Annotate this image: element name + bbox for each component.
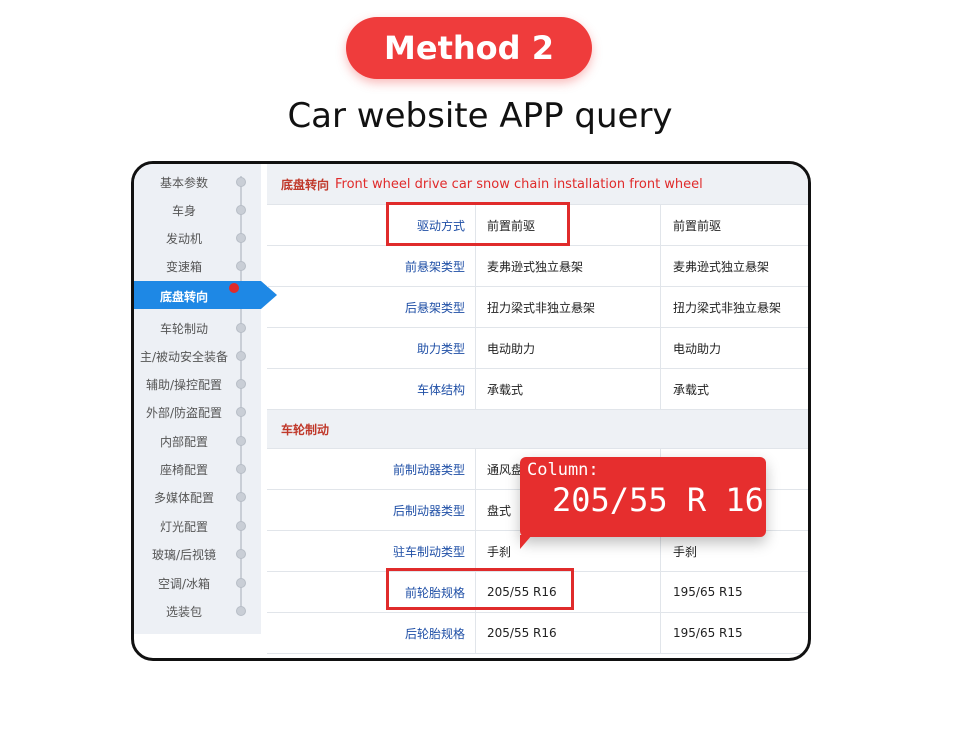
row-value: 麦弗逊式独立悬架 (475, 246, 661, 286)
sidebar-item-lighting[interactable]: 灯光配置 (134, 518, 234, 535)
method-badge: Method 2 (346, 17, 592, 79)
row-label: 后悬架类型 (404, 300, 465, 315)
row-value: 195/65 R15 (673, 626, 743, 640)
timeline-dot (236, 351, 246, 361)
section-title: 底盘转向 (281, 177, 330, 192)
tire-spec-callout: Column: 205/55 R 16 (520, 457, 766, 537)
callout-tail (520, 535, 532, 549)
row-value: 电动助力 (673, 341, 722, 356)
table-row: 前悬架类型 麦弗逊式独立悬架 麦弗逊式独立悬架 (267, 246, 808, 287)
sidebar-item-glass-mirror[interactable]: 玻璃/后视镜 (134, 546, 234, 563)
timeline-dot (236, 521, 246, 531)
highlight-front-tire-spec (386, 568, 574, 610)
timeline-dot (236, 549, 246, 559)
row-value: 承载式 (673, 382, 710, 397)
timeline-dot (236, 407, 246, 417)
row-value: 扭力梁式非独立悬架 (673, 300, 782, 315)
row-value: 手刹 (673, 544, 698, 559)
sidebar-item-body[interactable]: 车身 (134, 202, 234, 219)
timeline-dot (236, 606, 246, 616)
category-sidebar: 基本参数 车身 发动机 变速箱 底盘转向 车轮制动 主/被动安全装备 辅助/操控… (134, 164, 277, 634)
sidebar-item-chassis[interactable]: 底盘转向 (134, 288, 234, 305)
sidebar-item-wheel-brake[interactable]: 车轮制动 (134, 320, 234, 337)
timeline-dot (236, 379, 246, 389)
timeline-dot (236, 436, 246, 446)
section-header-chassis: 底盘转向 Front wheel drive car snow chain in… (267, 164, 808, 205)
callout-label: Column: (527, 460, 599, 480)
row-label: 车体结构 (416, 382, 465, 397)
timeline-dot (236, 464, 246, 474)
sidebar-item-exterior[interactable]: 外部/防盗配置 (134, 404, 234, 421)
row-label: 助力类型 (416, 341, 465, 356)
marker-pin-icon (229, 283, 239, 293)
sidebar-item-seats[interactable]: 座椅配置 (134, 461, 234, 478)
row-value: 电动助力 (475, 328, 661, 368)
highlight-drive-type (386, 202, 570, 246)
row-label: 前悬架类型 (404, 259, 465, 274)
table-row: 驻车制动类型 手刹 手刹 (267, 531, 808, 572)
row-label: 后制动器类型 (392, 503, 465, 518)
row-value: 承载式 (475, 369, 661, 409)
timeline-dot (236, 323, 246, 333)
row-value: 手刹 (475, 531, 661, 571)
section-note: Front wheel drive car snow chain install… (335, 176, 703, 192)
table-row: 助力类型 电动助力 电动助力 (267, 328, 808, 369)
timeline-dot (236, 205, 246, 215)
sidebar-item-gearbox[interactable]: 变速箱 (134, 258, 234, 275)
sidebar-item-options[interactable]: 选装包 (134, 603, 234, 620)
sidebar-item-ac-fridge[interactable]: 空调/冰箱 (134, 575, 234, 592)
row-value: 麦弗逊式独立悬架 (673, 259, 770, 274)
row-value: 前置前驱 (673, 218, 722, 233)
row-value: 扭力梁式非独立悬架 (475, 287, 661, 327)
table-row: 后悬架类型 扭力梁式非独立悬架 扭力梁式非独立悬架 (267, 287, 808, 328)
table-row: 车体结构 承载式 承载式 (267, 369, 808, 410)
row-label: 驻车制动类型 (392, 544, 465, 559)
sidebar-item-safety[interactable]: 主/被动安全装备 (134, 348, 234, 365)
sidebar-item-assist[interactable]: 辅助/操控配置 (134, 376, 234, 393)
timeline-dot (236, 233, 246, 243)
row-label: 后轮胎规格 (404, 626, 465, 641)
timeline-dot (236, 492, 246, 502)
row-value: 195/65 R15 (673, 585, 743, 599)
page-subtitle: Car website APP query (287, 96, 673, 136)
sidebar-item-interior[interactable]: 内部配置 (134, 433, 234, 450)
timeline-dot (236, 261, 246, 271)
row-label: 前制动器类型 (392, 462, 465, 477)
timeline-dot (236, 578, 246, 588)
section-title: 车轮制动 (281, 422, 330, 437)
table-row: 后轮胎规格 205/55 R16 195/65 R15 (267, 613, 808, 654)
section-header-wheel-brake: 车轮制动 (267, 410, 808, 449)
sidebar-item-engine[interactable]: 发动机 (134, 230, 234, 247)
method-label: Method 2 (384, 29, 554, 67)
row-value: 205/55 R16 (475, 613, 661, 653)
callout-value: 205/55 R 16 (552, 481, 764, 519)
sidebar-item-multimedia[interactable]: 多媒体配置 (134, 489, 234, 506)
sidebar-item-basic-params[interactable]: 基本参数 (134, 174, 234, 191)
timeline-dot (236, 177, 246, 187)
